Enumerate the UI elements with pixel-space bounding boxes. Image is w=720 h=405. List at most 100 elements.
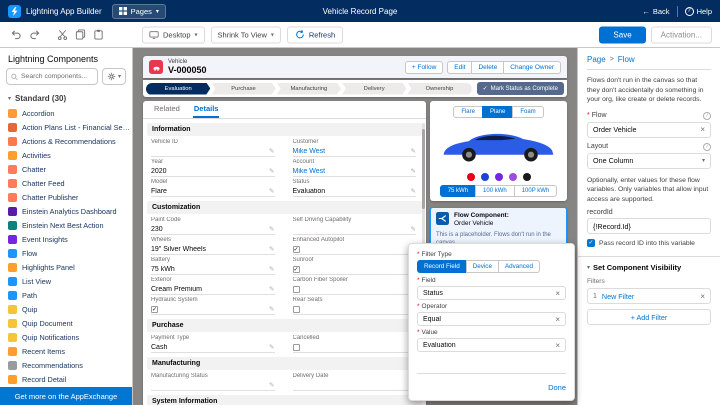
mark-complete-button[interactable]: ✓ Mark Status as Complete: [477, 82, 564, 95]
standard-section-header[interactable]: ▾ Standard (30): [0, 91, 132, 106]
edit-field-icon[interactable]: ✎: [269, 187, 274, 195]
field-link[interactable]: Mike West: [293, 168, 326, 175]
component-item[interactable]: Event Insights: [8, 232, 132, 246]
tab-related[interactable]: Related: [153, 100, 181, 118]
component-search[interactable]: [6, 68, 98, 85]
copy-button[interactable]: [72, 27, 88, 43]
visibility-section-header[interactable]: ▾ Set Component Visibility: [587, 263, 711, 272]
component-item[interactable]: Quip Document: [8, 316, 132, 330]
component-item[interactable]: List View: [8, 274, 132, 288]
component-item[interactable]: Chatter: [8, 162, 132, 176]
record-action-button[interactable]: Delete: [471, 61, 504, 74]
edit-field-icon[interactable]: ✎: [411, 167, 416, 175]
clear-icon[interactable]: ×: [555, 315, 560, 324]
redo-button[interactable]: [26, 27, 42, 43]
paint-color-dot[interactable]: [495, 173, 503, 181]
layout-select[interactable]: One Column ▾: [587, 153, 711, 169]
battery-option-button[interactable]: 100P kWh: [514, 185, 558, 197]
edit-field-icon[interactable]: ✎: [269, 265, 274, 273]
edit-field-icon[interactable]: ✎: [269, 343, 274, 351]
record-action-button[interactable]: Change Owner: [503, 61, 561, 74]
breadcrumb-flow[interactable]: Flow: [618, 55, 635, 64]
help-button[interactable]: ? Help: [685, 7, 712, 16]
field-link[interactable]: Mike West: [293, 148, 326, 155]
add-filter-button[interactable]: + Add Filter: [587, 309, 711, 325]
section-header[interactable]: Manufacturing: [147, 357, 422, 370]
component-item[interactable]: Recommendations: [8, 358, 132, 372]
undo-button[interactable]: [8, 27, 24, 43]
component-item[interactable]: Highlights Panel: [8, 260, 132, 274]
paste-button[interactable]: [90, 27, 106, 43]
edit-field-icon[interactable]: ✎: [411, 187, 416, 195]
paint-color-dot[interactable]: [481, 173, 489, 181]
section-header[interactable]: Information: [147, 123, 422, 136]
component-item[interactable]: Path: [8, 288, 132, 302]
battery-option-button[interactable]: 100 kWh: [475, 185, 515, 197]
clear-icon[interactable]: ×: [555, 289, 560, 298]
battery-option-button[interactable]: 75 kWh: [440, 185, 476, 197]
model-tab-button[interactable]: Foam: [512, 106, 543, 118]
paint-color-dot[interactable]: [467, 173, 475, 181]
edit-field-icon[interactable]: ✎: [269, 147, 274, 155]
tab-details[interactable]: Details: [193, 100, 220, 118]
clear-icon[interactable]: ×: [700, 125, 705, 134]
edit-field-icon[interactable]: ✎: [269, 285, 274, 293]
component-item[interactable]: Chatter Publisher: [8, 190, 132, 204]
info-icon[interactable]: i: [703, 143, 711, 151]
paint-color-dot[interactable]: [509, 173, 517, 181]
component-item[interactable]: Quip Notifications: [8, 330, 132, 344]
path-stage[interactable]: Ownership: [407, 83, 471, 95]
breadcrumb-page[interactable]: Page: [587, 55, 606, 64]
component-item[interactable]: Einstein Analytics Dashboard: [8, 204, 132, 218]
appexchange-banner[interactable]: Get more on the AppExchange: [0, 387, 132, 405]
record-action-button[interactable]: Edit: [447, 61, 472, 74]
edit-field-icon[interactable]: ✎: [269, 305, 274, 313]
component-item[interactable]: Recent Items: [8, 344, 132, 358]
edit-field-icon[interactable]: ✎: [269, 167, 274, 175]
section-header[interactable]: Purchase: [147, 319, 422, 332]
scrollbar-thumb[interactable]: [422, 129, 425, 209]
refresh-button[interactable]: Refresh: [287, 26, 343, 43]
component-item[interactable]: Record Detail: [8, 372, 132, 386]
filter-type-button[interactable]: Advanced: [498, 260, 540, 273]
pages-menu-button[interactable]: Pages ▾: [112, 4, 166, 19]
section-header[interactable]: Customization: [147, 201, 422, 214]
component-item[interactable]: Quip: [8, 302, 132, 316]
filter-type-button[interactable]: Record Field: [417, 260, 467, 273]
new-filter-link[interactable]: New Filter: [602, 292, 695, 301]
follow-button[interactable]: + Follow: [405, 61, 443, 74]
device-selector[interactable]: Desktop ▾: [142, 26, 205, 43]
model-tab-button[interactable]: Plane: [482, 106, 513, 118]
edit-field-icon[interactable]: ✎: [269, 381, 274, 389]
component-item[interactable]: Action Plans List - Financial Servi...: [8, 120, 132, 134]
filter-field-input[interactable]: Status×: [417, 286, 566, 300]
activation-button[interactable]: Activation...: [651, 26, 712, 43]
zoom-selector[interactable]: Shrink To View ▾: [211, 26, 281, 43]
model-tab-button[interactable]: Flare: [453, 106, 483, 118]
component-item[interactable]: Activities: [8, 148, 132, 162]
component-item[interactable]: Chatter Feed: [8, 176, 132, 190]
component-search-input[interactable]: [21, 73, 93, 80]
info-icon[interactable]: i: [703, 112, 711, 120]
section-header[interactable]: System Information: [147, 395, 422, 405]
pass-record-id-checkbox[interactable]: ✓: [587, 239, 595, 247]
filter-field-input[interactable]: Evaluation×: [417, 338, 566, 352]
panel-settings-button[interactable]: ▾: [102, 68, 126, 85]
edit-field-icon[interactable]: ✎: [269, 245, 274, 253]
edit-field-icon[interactable]: ✎: [269, 225, 274, 233]
edit-field-icon[interactable]: ✎: [411, 225, 416, 233]
remove-filter-icon[interactable]: ×: [700, 292, 705, 301]
filter-field-input[interactable]: Equal×: [417, 312, 566, 326]
save-button[interactable]: Save: [599, 26, 645, 43]
path-stage[interactable]: Purchase: [211, 83, 275, 95]
edit-field-icon[interactable]: ✎: [411, 147, 416, 155]
cut-button[interactable]: [54, 27, 70, 43]
component-item[interactable]: Actions & Recommendations: [8, 134, 132, 148]
component-item[interactable]: Einstein Next Best Action: [8, 218, 132, 232]
path-stage[interactable]: Evaluation: [146, 83, 210, 95]
component-item[interactable]: Flow: [8, 246, 132, 260]
back-button[interactable]: ← Back: [642, 7, 669, 16]
record-id-input[interactable]: {!Record.Id}: [587, 218, 711, 234]
done-button[interactable]: Done: [548, 383, 566, 392]
path-stage[interactable]: Manufacturing: [277, 83, 341, 95]
